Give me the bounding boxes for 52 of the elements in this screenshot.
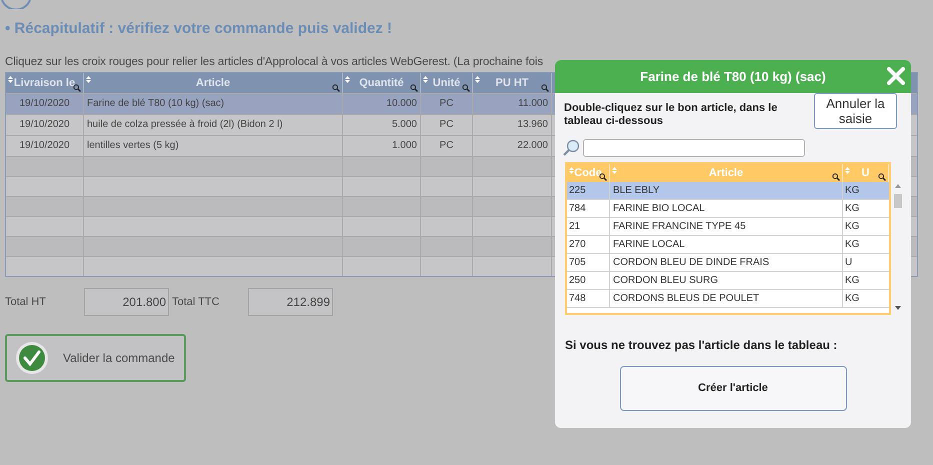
table-cell-text: U: [844, 256, 854, 270]
table-cell-text: KG: [844, 274, 860, 288]
total-field: 201.800: [84, 288, 169, 316]
table-cell: FARINE LOCAL: [610, 236, 843, 253]
table-cell-text: KG: [844, 184, 860, 198]
article-row[interactable]: 21 FARINE FRANCINE TYPE 45 KG: [567, 218, 889, 236]
article-row[interactable]: 784 FARINE BIO LOCAL KG: [567, 200, 889, 218]
table-cell: FARINE FRANCINE TYPE 45: [610, 218, 843, 235]
table-cell: CORDON BLEU SURG: [610, 272, 843, 289]
total-label: Total HT: [5, 294, 47, 310]
sort-icon[interactable]: [86, 76, 91, 83]
total-field: 212.899: [248, 288, 333, 316]
article-row[interactable]: 270 FARINE LOCAL KG: [567, 236, 889, 254]
table-cell: 250: [567, 272, 610, 289]
search-field[interactable]: [583, 139, 805, 157]
table-cell-text: KG: [844, 292, 860, 306]
table-cell: BLE EBLY: [610, 182, 843, 199]
table-cell: 225: [567, 182, 610, 199]
table-cell: 21: [567, 218, 610, 235]
checkmark-icon: [15, 341, 49, 375]
article-row[interactable]: 748 CORDONS BLEUS DE POULET KG: [567, 290, 889, 308]
search-icon[interactable]: [878, 173, 886, 181]
sort-icon[interactable]: [8, 76, 13, 83]
table-cell-text: KG: [844, 220, 860, 234]
close-icon[interactable]: [887, 67, 905, 85]
table-cell: 270: [567, 236, 610, 253]
sort-icon[interactable]: [423, 76, 428, 83]
dialog-title: Farine de blé T80 (10 kg) (sac): [640, 68, 826, 86]
table-cell-text: KG: [844, 202, 860, 216]
create-article-button[interactable]: Créer l'article: [620, 366, 846, 411]
total-label: Total TTC: [171, 294, 220, 310]
sort-icon[interactable]: [345, 76, 350, 83]
table-cell: CORDONS BLEUS DE POULET: [610, 290, 843, 307]
search-icon: [562, 139, 580, 157]
article-row[interactable]: 250 CORDON BLEU SURG KG: [567, 272, 889, 290]
table-cell: FARINE BIO LOCAL: [610, 200, 843, 217]
table-cell-text: KG: [844, 238, 860, 252]
search-icon[interactable]: [73, 84, 81, 92]
table-cell: 784: [567, 200, 610, 217]
table-cell: 705: [567, 254, 610, 271]
table-cell: CORDON BLEU DE DINDE FRAIS: [610, 254, 843, 271]
search-icon[interactable]: [832, 173, 840, 181]
not-found-text: Si vous ne trouvez pas l'article dans le tableau :: [565, 337, 838, 354]
validate-button[interactable]: Valider la commande: [5, 334, 186, 382]
intro-text: Cliquez sur les croix rouges pour relier les articles d'Approlocal à vos articles WebGerest. (La prochaine fois: [5, 55, 544, 69]
article-row[interactable]: 705 CORDON BLEU DE DINDE FRAIS U: [567, 254, 889, 272]
cancel-button[interactable]: Annuler la saisie: [814, 93, 897, 129]
scrollbar[interactable]: [892, 182, 904, 312]
page-heading: • Récapitulatif : vérifiez votre commande puis validez !: [5, 19, 394, 39]
sort-icon[interactable]: [475, 76, 480, 83]
table-cell: 748: [567, 290, 610, 307]
article-row[interactable]: 225 BLE EBLY KG: [567, 182, 889, 200]
